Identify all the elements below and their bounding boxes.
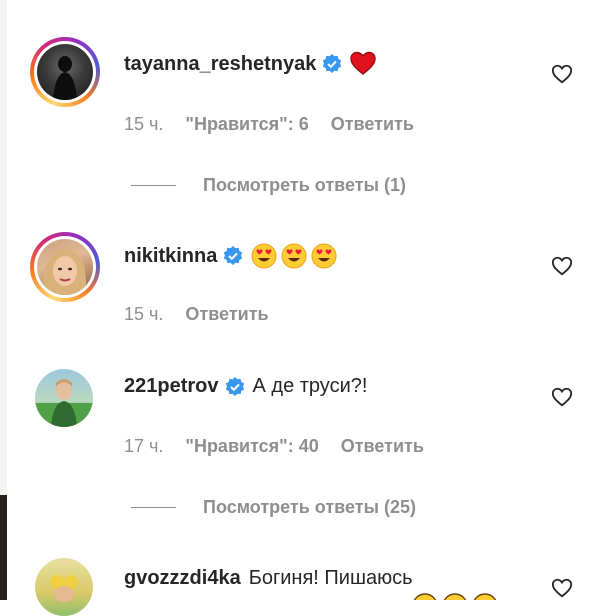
avatar [37,239,93,295]
divider-line [131,507,176,508]
likes-count[interactable]: "Нравится": 6 [185,114,308,135]
username-link[interactable]: 221petrov [124,375,219,398]
comment-header: tayanna_reshetnyak [124,51,377,77]
username-link[interactable]: nikitkinna [124,245,217,268]
username-link[interactable]: tayanna_reshetnyak [124,53,316,76]
view-replies-button[interactable]: Посмотреть ответы (25) [131,497,416,518]
red-heart-emoji-icon [350,51,377,75]
comment-text: А де труси?! [252,375,368,397]
timestamp: 15 ч. [124,304,164,324]
comment-header: 221petrov А де труси?! [124,375,367,398]
left-edge-dark [0,495,7,600]
comment-header: gvozzzdi4ka Богиня! Пишаюсь [124,567,413,590]
heart-eyes-emoji-icon [281,243,307,269]
reply-button[interactable]: Ответить [185,304,268,325]
divider-line [131,185,176,186]
reply-button[interactable]: Ответить [331,114,414,135]
heart-eyes-emoji-icon [311,243,337,269]
comment-meta: 15 ч. Ответить [124,304,291,325]
comment-meta: 17 ч. "Нравится": 40 Ответить [124,436,446,457]
verified-badge-icon [224,246,243,265]
like-heart-icon[interactable] [551,386,573,408]
avatar[interactable] [35,369,93,427]
avatar[interactable] [35,558,93,616]
reply-button[interactable]: Ответить [341,436,424,457]
comment-header: nikitkinna [124,243,337,269]
username-link[interactable]: gvozzzdi4ka [124,567,241,590]
like-heart-icon[interactable] [551,577,573,599]
like-heart-icon[interactable] [551,63,573,85]
timestamp: 17 ч. [124,436,164,456]
emoji-row-partial [412,593,522,600]
heart-eyes-emoji-icon [251,243,277,269]
view-replies-label: Посмотреть ответы (25) [203,497,416,517]
left-edge-strip [0,0,7,600]
avatar-story-ring[interactable] [30,232,100,302]
avatar-story-ring[interactable] [30,37,100,107]
verified-badge-icon [225,376,244,396]
timestamp: 15 ч. [124,114,164,134]
view-replies-label: Посмотреть ответы (1) [203,175,406,195]
comment-meta: 15 ч. "Нравится": 6 Ответить [124,114,436,135]
verified-badge-icon [323,54,342,73]
comment-text: Богиня! Пишаюсь [248,567,413,589]
avatar [37,44,93,100]
view-replies-button[interactable]: Посмотреть ответы (1) [131,175,406,196]
like-heart-icon[interactable] [551,255,573,277]
likes-count[interactable]: "Нравится": 40 [185,436,318,457]
